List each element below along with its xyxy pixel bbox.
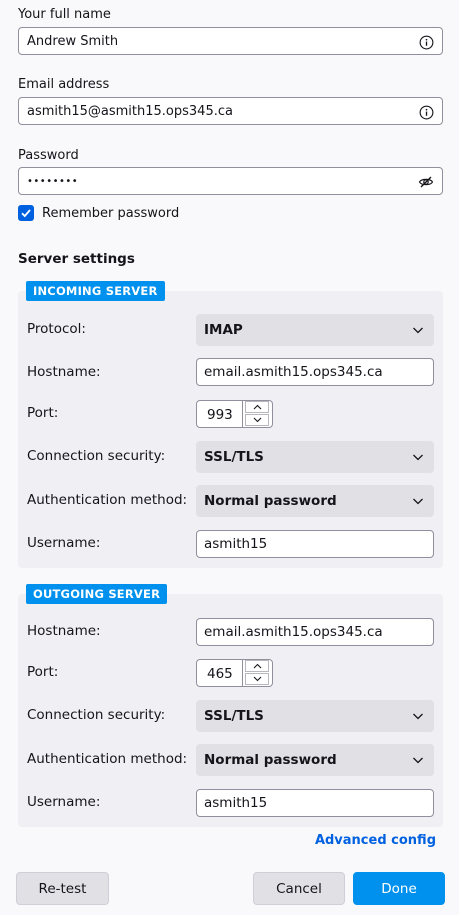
retest-button[interactable]: Re-test [16,872,109,905]
outgoing-auth-value: Normal password [204,752,337,768]
outgoing-port-value: 465 [207,666,233,682]
incoming-username-label: Username: [27,535,101,551]
info-icon [418,34,434,50]
chevron-down-icon [413,454,423,461]
chevron-up-icon [253,663,261,669]
chevron-down-icon [413,713,423,720]
outgoing-server-badge: OUTGOING SERVER [26,584,168,604]
outgoing-hostname-label: Hostname: [27,623,101,639]
outgoing-security-value: SSL/TLS [204,708,264,724]
outgoing-port-spinner[interactable] [242,660,272,686]
incoming-hostname-input[interactable]: email.asmith15.ops345.ca [196,358,434,386]
chevron-down-icon [253,676,261,682]
spin-down-button[interactable] [245,414,269,426]
remember-password-row[interactable]: Remember password [18,205,179,221]
incoming-username-input[interactable]: asmith15 [196,530,434,558]
incoming-port-label: Port: [27,405,59,421]
outgoing-username-input[interactable]: asmith15 [196,789,434,817]
incoming-protocol-select[interactable]: IMAP [196,314,434,346]
outgoing-hostname-input[interactable]: email.asmith15.ops345.ca [196,618,434,646]
remember-password-label: Remember password [42,205,180,221]
server-settings-title: Server settings [18,251,135,267]
outgoing-auth-select[interactable]: Normal password [196,744,434,776]
spin-up-button[interactable] [245,401,269,413]
advanced-config-link[interactable]: Advanced config [315,833,436,848]
incoming-auth-select[interactable]: Normal password [196,485,434,517]
password-field[interactable]: •••••••• [18,167,443,195]
full-name-field[interactable]: Andrew Smith [18,27,443,55]
incoming-auth-value: Normal password [204,493,337,509]
email-label: Email address [18,77,110,92]
spin-up-button[interactable] [245,660,269,672]
password-value: •••••••• [27,175,79,187]
incoming-protocol-value: IMAP [204,322,243,338]
checkmark-icon [21,209,31,218]
incoming-hostname-label: Hostname: [27,364,101,380]
chevron-up-icon [253,404,261,410]
outgoing-port-input[interactable]: 465 [196,659,273,687]
incoming-security-label: Connection security: [27,448,166,464]
incoming-security-select[interactable]: SSL/TLS [196,441,434,473]
password-label: Password [18,148,79,163]
email-field[interactable]: asmith15@asmith15.ops345.ca [18,97,443,125]
outgoing-security-label: Connection security: [27,707,166,723]
outgoing-auth-label: Authentication method: [27,751,188,767]
incoming-username-value: asmith15 [204,536,268,552]
spin-down-button[interactable] [245,673,269,685]
cancel-button[interactable]: Cancel [253,872,345,905]
chevron-down-icon [413,498,423,505]
outgoing-security-select[interactable]: SSL/TLS [196,700,434,732]
full-name-label: Your full name [18,7,111,22]
done-button[interactable]: Done [353,872,445,905]
outgoing-hostname-value: email.asmith15.ops345.ca [204,624,383,640]
outgoing-username-label: Username: [27,794,101,810]
chevron-down-icon [413,327,423,334]
incoming-security-value: SSL/TLS [204,449,264,465]
incoming-port-input[interactable]: 993 [196,400,273,428]
outgoing-username-value: asmith15 [204,795,268,811]
eye-slash-icon[interactable] [418,174,434,190]
incoming-port-spinner[interactable] [242,401,272,427]
full-name-value: Andrew Smith [27,33,119,49]
incoming-port-value: 993 [207,407,233,423]
incoming-protocol-label: Protocol: [27,321,86,337]
incoming-server-badge: INCOMING SERVER [26,281,165,301]
incoming-hostname-value: email.asmith15.ops345.ca [204,364,383,380]
email-value: asmith15@asmith15.ops345.ca [27,103,233,119]
outgoing-port-label: Port: [27,664,59,680]
info-icon [418,104,434,120]
remember-password-checkbox[interactable] [18,205,34,221]
chevron-down-icon [253,417,261,423]
chevron-down-icon [413,757,423,764]
incoming-auth-label: Authentication method: [27,492,188,508]
